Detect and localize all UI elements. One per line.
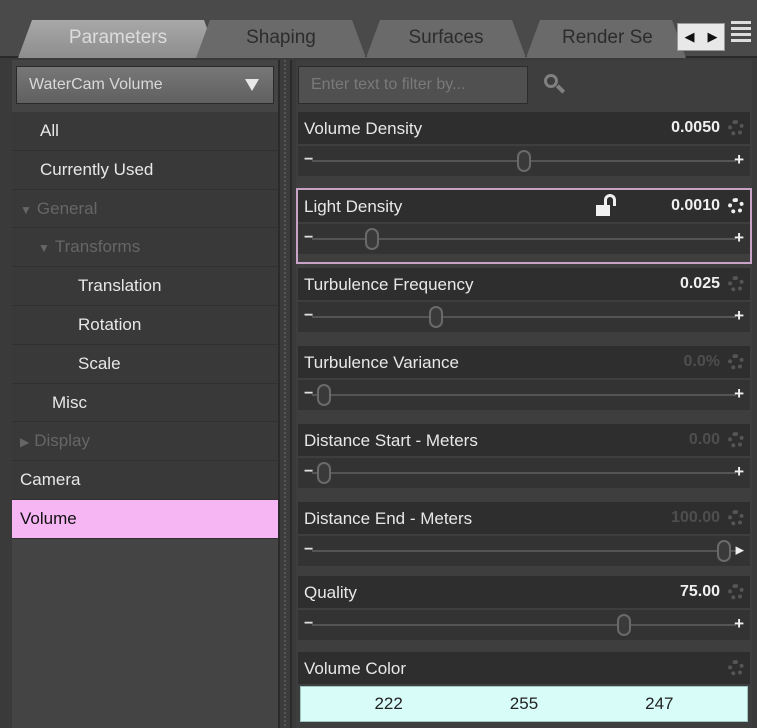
unlock-icon[interactable] — [596, 194, 618, 216]
slider-knob[interactable] — [517, 150, 531, 172]
group-item-rotation[interactable]: Rotation — [12, 305, 278, 345]
arrow-left-icon[interactable]: ◀ — [685, 29, 695, 45]
param-label: Turbulence Frequency — [304, 275, 474, 294]
param-distance-end: Distance End - Meters 100.00 − ▸ — [298, 502, 750, 574]
group-panel: WaterCam Volume All Currently Used ▼ Gene… — [12, 60, 278, 728]
slider-knob[interactable] — [317, 462, 331, 484]
param-volume-density: Volume Density 0.0050 − + — [298, 112, 750, 184]
increment-button[interactable]: + — [734, 384, 744, 404]
slider-knob[interactable] — [717, 540, 731, 562]
color-green-value[interactable]: 255 — [510, 694, 538, 714]
param-label: Quality — [304, 583, 357, 602]
tab-surfaces[interactable]: Surfaces — [366, 20, 526, 58]
group-item-scale[interactable]: Scale — [12, 344, 278, 384]
param-quality: Quality 75.00 − + — [298, 576, 750, 648]
tab-scroll-arrows[interactable]: ◀ ▶ — [677, 23, 725, 51]
slider-knob[interactable] — [617, 614, 631, 636]
node-selector-dropdown[interactable]: WaterCam Volume — [16, 66, 274, 104]
param-label: Distance End - Meters — [304, 509, 473, 528]
increment-button[interactable]: + — [734, 462, 744, 482]
param-volume-color: Volume Color — [298, 652, 750, 684]
increment-button[interactable]: + — [734, 228, 744, 248]
gear-icon[interactable] — [728, 432, 744, 448]
param-turbulence-variance: Turbulence Variance 0.0% − + — [298, 346, 750, 418]
param-value[interactable]: 0.0010 — [671, 197, 720, 215]
group-item-display[interactable]: ▶ Display — [12, 422, 278, 462]
filter-input[interactable]: Enter text to filter by... — [298, 66, 528, 104]
decrement-button[interactable]: − — [304, 385, 313, 403]
decrement-button[interactable]: − — [304, 307, 313, 325]
increment-button[interactable]: ▸ — [735, 540, 744, 560]
group-item-all[interactable]: All — [12, 112, 278, 151]
param-value[interactable]: 0.025 — [680, 275, 720, 293]
param-label: Light Density — [304, 197, 403, 216]
gear-icon[interactable] — [728, 584, 744, 600]
param-value[interactable]: 100.00 — [671, 509, 720, 527]
tab-parameters[interactable]: Parameters — [18, 20, 218, 58]
gear-icon[interactable] — [728, 660, 744, 676]
group-list: All Currently Used ▼ General ▼ Transforms … — [12, 112, 278, 539]
panel-splitter[interactable] — [278, 60, 292, 728]
slider[interactable]: − ▸ — [298, 536, 750, 566]
tab-shaping[interactable]: Shaping — [196, 20, 366, 58]
param-label: Volume Density — [304, 119, 423, 138]
slider[interactable]: − + — [298, 610, 750, 640]
group-item-transforms[interactable]: ▼ Transforms — [12, 228, 278, 268]
param-value[interactable]: 0.00 — [689, 431, 720, 449]
expand-triangle-icon[interactable]: ▼ — [38, 229, 50, 267]
search-icon[interactable] — [544, 74, 566, 96]
param-light-density: Light Density 0.0010 − + — [296, 188, 752, 264]
param-value[interactable]: 0.0% — [684, 353, 720, 371]
gear-icon[interactable] — [728, 198, 744, 214]
arrow-right-icon[interactable]: ▶ — [708, 29, 718, 45]
group-item-volume[interactable]: Volume — [12, 499, 278, 539]
slider-knob[interactable] — [365, 228, 379, 250]
decrement-button[interactable]: − — [304, 229, 313, 247]
param-label: Volume Color — [304, 659, 407, 678]
group-item-misc[interactable]: Misc — [12, 383, 278, 423]
group-item-general[interactable]: ▼ General — [12, 189, 278, 229]
color-red-value[interactable]: 222 — [374, 694, 402, 714]
gear-icon[interactable] — [728, 276, 744, 292]
gear-icon[interactable] — [728, 510, 744, 526]
gear-icon[interactable] — [728, 354, 744, 370]
decrement-button[interactable]: − — [304, 541, 313, 559]
param-label: Turbulence Variance — [304, 353, 459, 372]
slider[interactable]: − + — [298, 146, 750, 176]
slider[interactable]: − + — [298, 458, 750, 488]
slider[interactable]: − + — [298, 380, 750, 410]
decrement-button[interactable]: − — [304, 151, 313, 169]
slider-knob[interactable] — [317, 384, 331, 406]
slider-knob[interactable] — [429, 306, 443, 328]
slider[interactable]: − + — [298, 302, 750, 332]
decrement-button[interactable]: − — [304, 463, 313, 481]
group-item-currently-used[interactable]: Currently Used — [12, 150, 278, 190]
chevron-down-icon — [245, 79, 259, 91]
group-item-camera[interactable]: Camera — [12, 461, 278, 500]
param-value[interactable]: 75.00 — [680, 583, 720, 601]
color-value-field[interactable]: 222 255 247 — [300, 686, 748, 722]
slider[interactable]: − + — [298, 224, 750, 254]
parameter-panel: Enter text to filter by... Volume Densit… — [296, 60, 752, 728]
param-value[interactable]: 0.0050 — [671, 119, 720, 137]
param-distance-start: Distance Start - Meters 0.00 − + — [298, 424, 750, 496]
decrement-button[interactable]: − — [304, 615, 313, 633]
param-turbulence-frequency: Turbulence Frequency 0.025 − + — [298, 268, 750, 340]
increment-button[interactable]: + — [734, 306, 744, 326]
param-label: Distance Start - Meters — [304, 431, 478, 450]
tab-render-settings[interactable]: Render Se — [526, 20, 686, 58]
increment-button[interactable]: + — [734, 614, 744, 634]
gear-icon[interactable] — [728, 120, 744, 136]
color-blue-value[interactable]: 247 — [645, 694, 673, 714]
panel-menu-icon[interactable] — [729, 18, 753, 48]
collapse-triangle-icon[interactable]: ▶ — [20, 423, 29, 461]
increment-button[interactable]: + — [734, 150, 744, 170]
tab-bar: Parameters Shaping Surfaces Render Se ◀ … — [0, 0, 757, 58]
expand-triangle-icon[interactable]: ▼ — [20, 191, 32, 229]
group-item-translation[interactable]: Translation — [12, 267, 278, 306]
